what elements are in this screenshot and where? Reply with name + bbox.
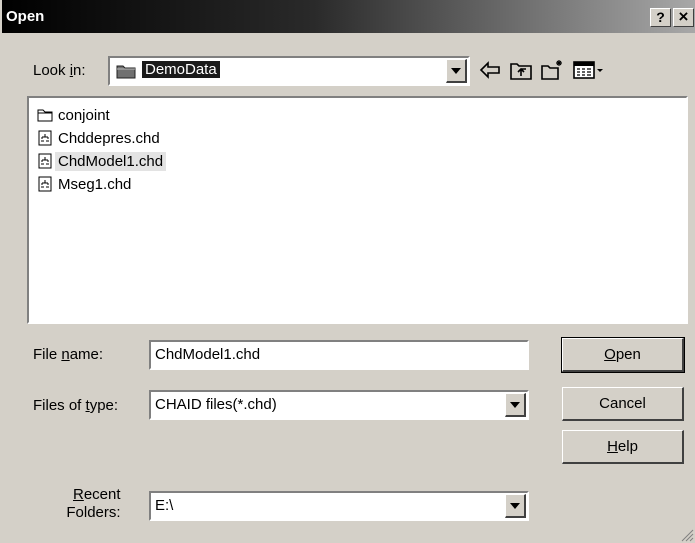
cancel-button[interactable]: Cancel bbox=[562, 387, 684, 421]
recent-folders-dropdown[interactable]: E:\ bbox=[149, 491, 529, 521]
list-item-label: ChdModel1.chd bbox=[55, 151, 167, 171]
files-of-type-dropdown[interactable]: CHAID files(*.chd) bbox=[149, 390, 529, 420]
look-in-value: DemoData bbox=[142, 61, 220, 78]
folder-icon bbox=[37, 109, 53, 122]
file-list[interactable]: conjoint Chddepres.chd ChdModel1.chd Mse… bbox=[27, 96, 688, 324]
up-folder-icon[interactable] bbox=[509, 58, 533, 82]
files-of-type-dropdown-arrow[interactable] bbox=[505, 393, 526, 417]
close-button[interactable]: × bbox=[673, 8, 694, 27]
recent-folders-label: Recent Folders: bbox=[66, 486, 121, 521]
chevron-down-icon bbox=[510, 502, 520, 509]
window-title: Open bbox=[6, 8, 45, 25]
back-arrow-icon[interactable] bbox=[478, 58, 502, 82]
help-title-button[interactable]: ? bbox=[650, 8, 671, 27]
look-in-dropdown[interactable]: DemoData bbox=[108, 56, 470, 86]
recent-folders-value: E:\ bbox=[155, 497, 174, 514]
files-of-type-value: CHAID files(*.chd) bbox=[155, 396, 277, 413]
list-item-folder[interactable]: conjoint bbox=[37, 104, 113, 126]
title-bar[interactable]: Open ? × bbox=[2, 0, 695, 33]
chaid-file-icon bbox=[38, 130, 52, 146]
file-name-value: ChdModel1.chd bbox=[155, 346, 261, 363]
look-in-dropdown-arrow[interactable] bbox=[446, 59, 467, 83]
list-item-file[interactable]: Mseg1.chd bbox=[37, 173, 134, 195]
chaid-file-icon bbox=[38, 153, 52, 169]
chevron-down-icon bbox=[451, 67, 461, 74]
open-dialog: Open ? × Look in: DemoData conjoint Chdd… bbox=[0, 0, 695, 543]
list-item-label: Chddepres.chd bbox=[58, 129, 160, 147]
chaid-file-icon bbox=[38, 176, 52, 192]
list-item-label: conjoint bbox=[58, 106, 110, 124]
chevron-down-icon bbox=[510, 401, 520, 408]
folder-icon bbox=[116, 65, 136, 79]
file-name-input[interactable]: ChdModel1.chd bbox=[149, 340, 529, 370]
list-item-file[interactable]: Chddepres.chd bbox=[37, 127, 163, 149]
views-menu-icon[interactable] bbox=[572, 58, 606, 82]
list-item-file-selected[interactable]: ChdModel1.chd bbox=[37, 150, 167, 172]
file-name-label: File name: bbox=[33, 346, 104, 363]
look-in-label: Look in: bbox=[33, 62, 86, 79]
resize-grip-icon[interactable] bbox=[678, 526, 694, 542]
files-of-type-label: Files of type: bbox=[33, 397, 119, 414]
help-icon: ? bbox=[656, 9, 665, 25]
open-button[interactable]: Open bbox=[561, 337, 685, 373]
close-icon: × bbox=[678, 7, 689, 26]
list-item-label: Mseg1.chd bbox=[58, 175, 132, 193]
new-folder-icon[interactable] bbox=[540, 58, 564, 82]
help-button[interactable]: Help bbox=[562, 430, 684, 464]
recent-folders-dropdown-arrow[interactable] bbox=[505, 494, 526, 518]
